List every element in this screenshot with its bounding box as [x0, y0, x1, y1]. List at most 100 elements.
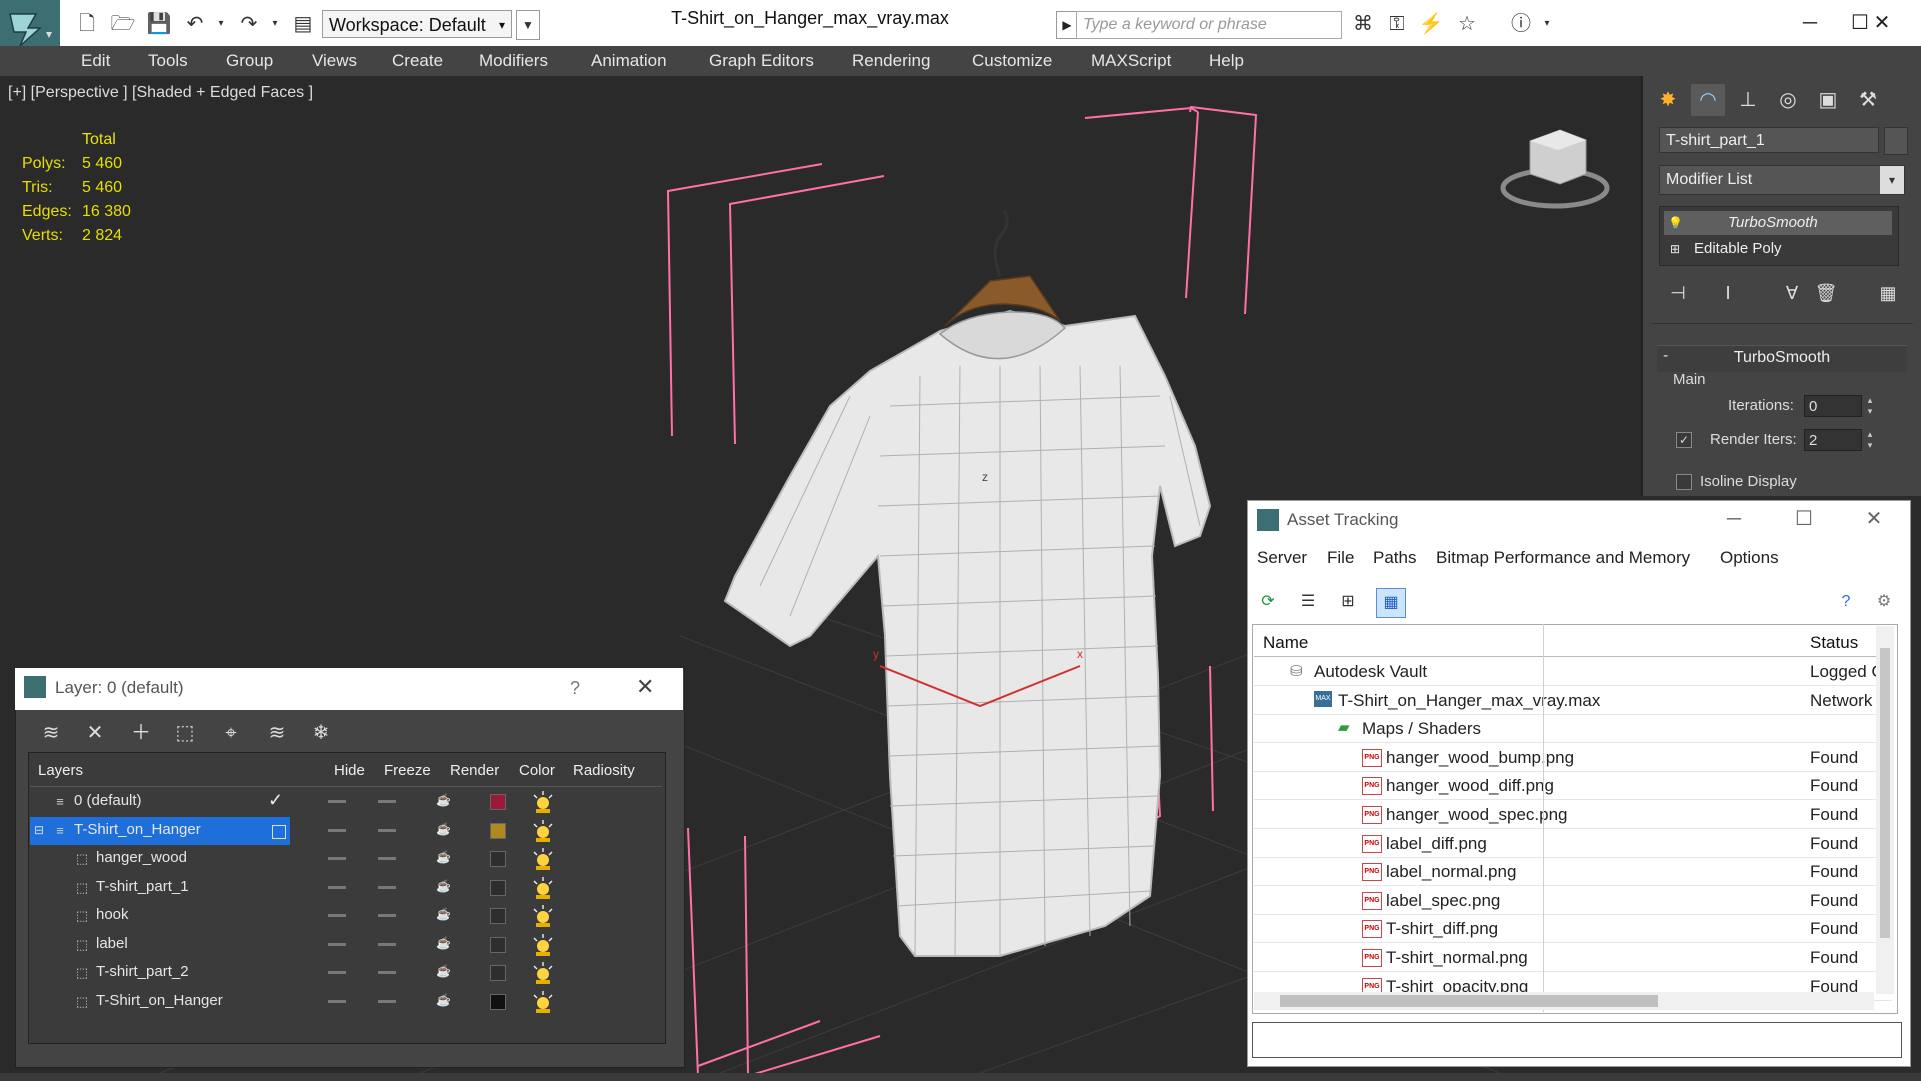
freeze-toggle[interactable]: [378, 800, 396, 803]
layer-name[interactable]: T-Shirt_on_Hanger: [96, 992, 223, 1009]
render-iters-checkbox[interactable]: ✓: [1676, 432, 1692, 448]
asset-path-input[interactable]: [1252, 1022, 1902, 1058]
favorites-star-icon[interactable]: ☆: [1454, 12, 1480, 36]
search-input[interactable]: Type a keyword or phrase: [1076, 11, 1342, 39]
freeze-toggle[interactable]: [378, 999, 396, 1003]
new-file-icon[interactable]: 🗋: [74, 12, 100, 36]
set-current-layer-box[interactable]: [272, 824, 286, 839]
horizontal-scroll-thumb[interactable]: [1280, 995, 1658, 1007]
minimize-button[interactable]: ─: [1790, 8, 1830, 38]
list-view-icon[interactable]: ☰: [1294, 588, 1322, 616]
help-icon[interactable]: ⓘ: [1508, 12, 1534, 36]
hide-toggle[interactable]: [328, 800, 346, 803]
menu-tools[interactable]: Tools: [148, 51, 188, 71]
modifier-list-dropdown[interactable]: Modifier List ▾: [1659, 165, 1905, 195]
render-teapot-icon[interactable]: ☕: [436, 880, 452, 892]
asset-row[interactable]: ⛁ Autodesk Vault Logged O: [1254, 657, 1892, 686]
render-teapot-icon[interactable]: ☕: [436, 851, 452, 863]
viewport-label[interactable]: [+] [Perspective ] [Shaded + Edged Faces…: [8, 84, 313, 102]
asset-row[interactable]: PNG hanger_wood_diff.png Found: [1254, 771, 1892, 801]
layer-row[interactable]: ⬚ hook ☕: [30, 902, 664, 930]
radiosity-icon[interactable]: [530, 875, 556, 901]
radiosity-icon[interactable]: [530, 818, 556, 844]
hide-toggle[interactable]: [328, 999, 346, 1003]
freeze-toggle[interactable]: [378, 885, 396, 889]
redo-dropdown-icon[interactable]: ▾: [262, 12, 288, 36]
menu-modifiers[interactable]: Modifiers: [479, 51, 548, 71]
menu-rendering[interactable]: Rendering: [852, 51, 930, 71]
redo-icon[interactable]: ↷: [236, 12, 262, 36]
render-teapot-icon[interactable]: ☕: [436, 908, 452, 920]
layer-name[interactable]: T-shirt_part_2: [96, 963, 189, 980]
iterations-spinner[interactable]: 0: [1804, 395, 1862, 417]
column-hide[interactable]: Hide: [334, 762, 365, 779]
render-teapot-icon[interactable]: ☕: [436, 965, 452, 977]
make-unique-icon[interactable]: ∀: [1777, 278, 1807, 308]
stack-item-editable-poly[interactable]: ⊞ Editable Poly: [1664, 237, 1892, 261]
radiosity-icon[interactable]: [530, 846, 556, 872]
layer-name[interactable]: label: [96, 935, 128, 952]
project-folder-icon[interactable]: ▤: [290, 12, 316, 36]
layer-row[interactable]: ⊟ ≡ T-Shirt_on_Hanger ☕: [30, 816, 664, 845]
layer-row[interactable]: ⬚ T-shirt_part_2 ☕: [30, 959, 664, 987]
menu-customize[interactable]: Customize: [972, 51, 1052, 71]
asset-menu-options[interactable]: Options: [1720, 548, 1779, 568]
freeze-toggle[interactable]: [378, 942, 396, 946]
radiosity-icon[interactable]: [530, 903, 556, 929]
radiosity-icon[interactable]: [530, 789, 556, 815]
close-icon[interactable]: ✕: [636, 674, 654, 700]
select-highlighted-icon[interactable]: ⬚: [170, 718, 200, 748]
hide-toggle[interactable]: [328, 942, 346, 946]
display-tab-icon[interactable]: ▣: [1811, 84, 1845, 116]
layer-row[interactable]: ⬚ T-Shirt_on_Hanger ☕: [30, 988, 664, 1016]
layer-row[interactable]: ⬚ hanger_wood ☕: [30, 845, 664, 873]
close-button[interactable]: ✕: [1862, 8, 1902, 38]
freeze-toggle[interactable]: [378, 857, 396, 860]
lightbulb-icon[interactable]: 💡: [1668, 211, 1683, 235]
refresh-icon[interactable]: ⟳: [1254, 588, 1282, 616]
modify-tab-icon[interactable]: ◠: [1691, 84, 1725, 116]
add-selection-icon[interactable]: ＋: [126, 718, 156, 748]
freeze-toggle[interactable]: [378, 914, 396, 917]
layer-color-swatch[interactable]: [490, 965, 506, 981]
configure-sets-icon[interactable]: ▦: [1873, 278, 1903, 308]
asset-row[interactable]: PNG label_spec.png Found: [1254, 886, 1892, 915]
utilities-tab-icon[interactable]: ⚒: [1851, 84, 1885, 116]
asset-row[interactable]: PNG hanger_wood_bump.png Found: [1254, 743, 1892, 772]
menu-views[interactable]: Views: [312, 51, 357, 71]
help-dropdown-icon[interactable]: ▾: [1534, 12, 1560, 36]
menu-group[interactable]: Group: [226, 51, 273, 71]
column-radiosity[interactable]: Radiosity: [573, 762, 635, 779]
menu-animation[interactable]: Animation: [591, 51, 667, 71]
close-button[interactable]: ✕: [1854, 504, 1894, 534]
hide-toggle[interactable]: [328, 828, 346, 832]
hierarchy-tab-icon[interactable]: ⊥: [1731, 84, 1765, 116]
layer-name[interactable]: 0 (default): [74, 792, 142, 809]
object-color-swatch[interactable]: [1884, 127, 1908, 155]
menu-maxscript[interactable]: MAXScript: [1091, 51, 1171, 71]
create-tab-icon[interactable]: ✸: [1651, 84, 1685, 116]
asset-row[interactable]: PNG T-shirt_diff.png Found: [1254, 914, 1892, 944]
column-layers[interactable]: Layers: [38, 762, 83, 779]
radiosity-icon[interactable]: [530, 932, 556, 958]
create-layer-icon[interactable]: ≋: [36, 718, 66, 748]
motion-tab-icon[interactable]: ◎: [1771, 84, 1805, 116]
layer-name[interactable]: hook: [96, 906, 129, 923]
hide-all-layers-icon[interactable]: ≋: [262, 718, 292, 748]
isoline-checkbox[interactable]: [1676, 474, 1692, 490]
viewcube-icon[interactable]: [1500, 129, 1610, 209]
asset-menu-server[interactable]: Server: [1257, 548, 1307, 568]
column-freeze[interactable]: Freeze: [384, 762, 431, 779]
layer-color-swatch[interactable]: [490, 879, 506, 896]
menu-graph-editors[interactable]: Graph Editors: [709, 51, 814, 71]
pin-stack-icon[interactable]: ⊣: [1663, 278, 1693, 308]
freeze-toggle[interactable]: [378, 971, 396, 974]
active-layer-check-icon[interactable]: ✓: [268, 790, 283, 811]
remove-modifier-icon[interactable]: 🗑: [1811, 278, 1841, 308]
undo-icon[interactable]: ↶: [182, 12, 208, 36]
menu-create[interactable]: Create: [392, 51, 443, 71]
render-iters-spinner[interactable]: 2: [1804, 429, 1862, 451]
render-teapot-icon[interactable]: ☕: [436, 794, 452, 806]
vertical-scroll-thumb[interactable]: [1880, 648, 1890, 938]
layer-color-swatch[interactable]: [490, 936, 506, 953]
